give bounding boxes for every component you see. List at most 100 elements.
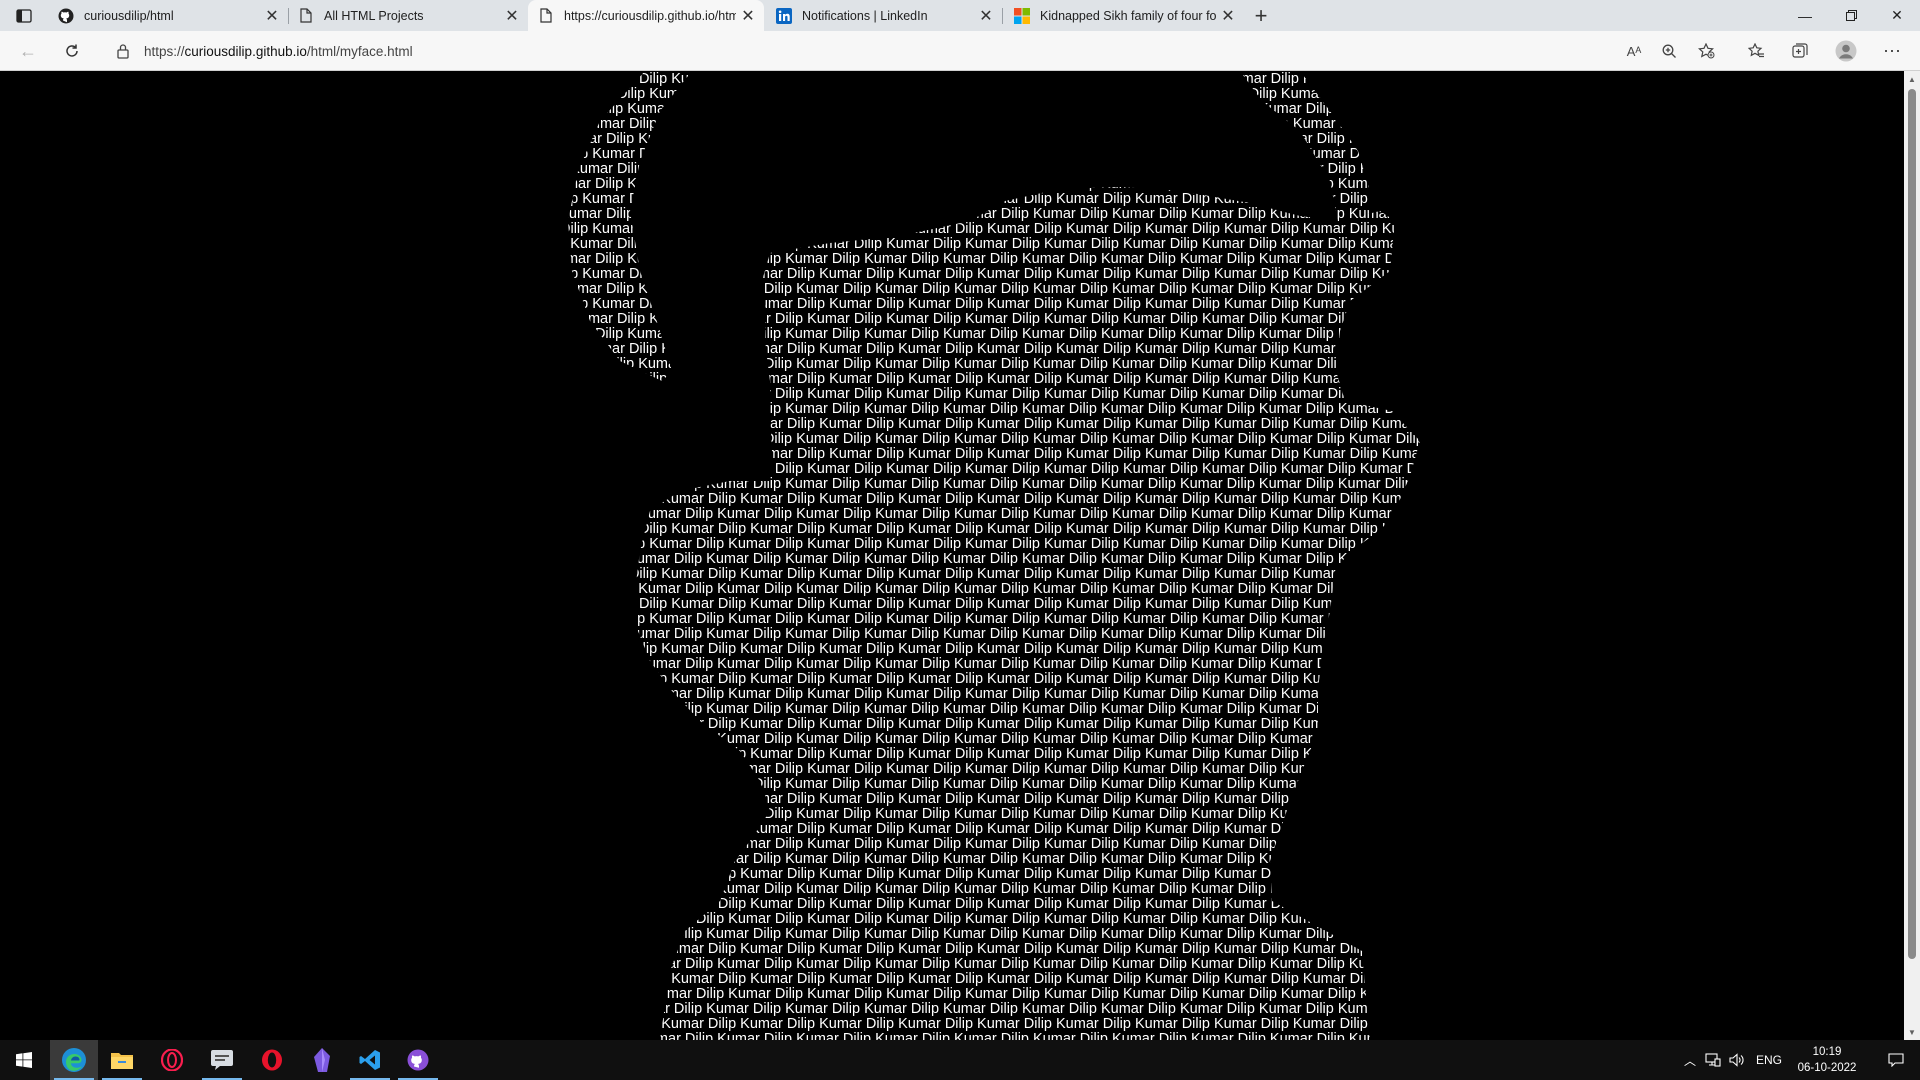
ascii-text-row: Dilip Kumar Dilip Kumar Dilip Kumar Dili… xyxy=(527,431,1904,447)
ascii-text-row: Dilip Kumar Dilip Kumar Dilip Kumar Dili… xyxy=(527,506,1904,522)
url-text: https://curiousdilip.github.io/html/myfa… xyxy=(144,44,413,59)
ascii-text-row: Dilip Kumar Dilip Kumar Dilip Kumar Dili… xyxy=(538,386,1904,402)
lock-icon xyxy=(116,43,132,59)
scroll-up-arrow-icon[interactable]: ▲ xyxy=(1904,71,1920,87)
network-button[interactable] xyxy=(1702,1040,1724,1080)
volume-icon xyxy=(1729,1053,1744,1067)
page-icon xyxy=(538,8,554,24)
input-language-button[interactable]: ENG xyxy=(1752,1040,1786,1080)
url-host: curiousdilip.github.io xyxy=(184,43,307,59)
settings-more-button[interactable]: ⋯ xyxy=(1878,37,1906,65)
zoom-button[interactable] xyxy=(1655,37,1683,65)
ascii-text-row: Dilip Kumar Dilip Kumar Dilip Kumar Dili… xyxy=(516,551,1904,567)
tab-linkedin-notifications[interactable]: Notifications | LinkedIn ✕ xyxy=(766,0,1002,31)
ascii-text-row: Dilip Kumar Dilip Kumar Dilip Kumar Dili… xyxy=(550,566,1904,582)
minimize-button[interactable]: — xyxy=(1782,0,1828,31)
action-center-button[interactable] xyxy=(1874,1040,1918,1080)
show-hidden-icons-button[interactable]: ︿ xyxy=(1680,1040,1700,1080)
ascii-text-row: Dilip Kumar Dilip Kumar Dilip Kumar Dili… xyxy=(550,941,1904,957)
taskbar-obsidian[interactable] xyxy=(298,1040,346,1080)
ascii-text-row: Dilip Kumar Dilip Kumar Dilip Kumar Dili… xyxy=(560,446,1904,462)
tab-actions-icon xyxy=(16,9,32,23)
new-tab-button[interactable]: + xyxy=(1248,3,1274,29)
tab-all-html-projects[interactable]: All HTML Projects ✕ xyxy=(288,0,528,31)
favorites-icon xyxy=(1747,43,1764,58)
taskbar-edge[interactable] xyxy=(50,1040,98,1080)
address-bar[interactable]: https://curiousdilip.github.io/html/myfa… xyxy=(108,35,1648,67)
close-icon[interactable]: ✕ xyxy=(500,4,524,28)
vertical-scrollbar[interactable]: ▲ ▼ xyxy=(1904,71,1920,1040)
clock[interactable]: 10:19 06-10-2022 xyxy=(1792,1044,1862,1076)
ascii-text-row: Dilip Kumar Dilip Kumar Dilip Kumar Dili… xyxy=(527,356,1904,372)
ascii-text-row: Dilip Kumar Dilip Kumar Dilip Kumar Dili… xyxy=(527,131,1904,147)
opera-gx-icon xyxy=(161,1049,183,1071)
ascii-text-row: Dilip Kumar Dilip Kumar Dilip Kumar Dili… xyxy=(516,626,1904,642)
taskbar-opera-gx[interactable] xyxy=(148,1040,196,1080)
close-icon[interactable]: ✕ xyxy=(1216,4,1240,28)
ascii-text-row: Dilip Kumar Dilip Kumar Dilip Kumar Dili… xyxy=(560,221,1904,237)
ascii-text-row: Dilip Kumar Dilip Kumar Dilip Kumar Dili… xyxy=(550,716,1904,732)
network-icon xyxy=(1705,1053,1721,1067)
close-window-button[interactable]: ✕ xyxy=(1874,0,1920,31)
restore-button[interactable] xyxy=(1828,0,1874,31)
tab-active-myface[interactable]: https://curiousdilip.github.io/htm ✕ xyxy=(528,0,764,31)
tab-actions-button[interactable] xyxy=(8,4,40,28)
chat-icon xyxy=(211,1050,233,1070)
taskbar-opera[interactable] xyxy=(248,1040,296,1080)
collections-button[interactable] xyxy=(1786,37,1814,65)
clock-date: 06-10-2022 xyxy=(1797,1062,1857,1074)
taskbar-github-desktop[interactable] xyxy=(394,1040,442,1080)
taskbar-chat[interactable] xyxy=(198,1040,246,1080)
ascii-text-row: Dilip Kumar Dilip Kumar Dilip Kumar Dili… xyxy=(516,776,1904,792)
taskbar-file-explorer[interactable] xyxy=(98,1040,146,1080)
scroll-down-arrow-icon[interactable]: ▼ xyxy=(1904,1024,1920,1040)
ascii-text-row: Dilip Kumar Dilip Kumar Dilip Kumar Dili… xyxy=(560,71,1904,87)
ascii-text-row: Dilip Kumar Dilip Kumar Dilip Kumar Dili… xyxy=(560,896,1904,912)
ascii-text-row: Dilip Kumar Dilip Kumar Dilip Kumar Dili… xyxy=(538,761,1904,777)
add-favorite-button[interactable] xyxy=(1692,37,1720,65)
read-aloud-button[interactable]: Aᴬ xyxy=(1620,37,1648,65)
tab-title: Notifications | LinkedIn xyxy=(802,8,928,23)
tab-curiousdilip-html[interactable]: curiousdilip/html ✕ xyxy=(48,0,288,31)
ascii-text-row: Dilip Kumar Dilip Kumar Dilip Kumar Dili… xyxy=(538,161,1904,177)
ascii-text-row: Dilip Kumar Dilip Kumar Dilip Kumar Dili… xyxy=(516,701,1904,717)
ascii-text-row: Dilip Kumar Dilip Kumar Dilip Kumar Dili… xyxy=(550,791,1904,807)
back-arrow-icon: ← xyxy=(19,40,37,61)
taskbar-vscode[interactable] xyxy=(346,1040,394,1080)
favorites-button[interactable] xyxy=(1742,37,1770,65)
ascii-text-row: Dilip Kumar Dilip Kumar Dilip Kumar Dili… xyxy=(560,971,1904,987)
ascii-text-row: Dilip Kumar Dilip Kumar Dilip Kumar Dili… xyxy=(538,986,1904,1002)
tab-strip: curiousdilip/html ✕ All HTML Projects ✕ … xyxy=(0,0,1920,31)
ascii-text-row: Dilip Kumar Dilip Kumar Dilip Kumar Dili… xyxy=(516,401,1904,417)
scroll-thumb[interactable] xyxy=(1908,89,1916,959)
edge-icon xyxy=(62,1048,86,1072)
page-content: Dilip Kumar Dilip Kumar Dilip Kumar Dili… xyxy=(0,71,1904,1040)
tab-title: All HTML Projects xyxy=(324,8,424,23)
close-icon[interactable]: ✕ xyxy=(974,4,998,28)
ascii-text-row: Dilip Kumar Dilip Kumar Dilip Kumar Dili… xyxy=(516,176,1904,192)
browser-window: curiousdilip/html ✕ All HTML Projects ✕ … xyxy=(0,0,1920,1040)
ascii-text-row: Dilip Kumar Dilip Kumar Dilip Kumar Dili… xyxy=(550,641,1904,657)
minimize-icon: — xyxy=(1798,7,1812,24)
start-button[interactable] xyxy=(0,1040,48,1080)
ascii-text-row: Dilip Kumar Dilip Kumar Dilip Kumar Dili… xyxy=(516,101,1904,117)
ascii-text-row: Dilip Kumar Dilip Kumar Dilip Kumar Dili… xyxy=(538,911,1904,927)
collections-icon xyxy=(1792,43,1808,58)
avatar-icon xyxy=(1835,40,1857,62)
refresh-button[interactable] xyxy=(58,37,86,65)
ascii-text-row: Dilip Kumar Dilip Kumar Dilip Kumar Dili… xyxy=(516,926,1904,942)
close-icon[interactable]: ✕ xyxy=(260,4,284,28)
back-button[interactable]: ← xyxy=(14,37,42,65)
ascii-text-row: Dilip Kumar Dilip Kumar Dilip Kumar Dili… xyxy=(550,191,1904,207)
ascii-text-row: Dilip Kumar Dilip Kumar Dilip Kumar Dili… xyxy=(550,491,1904,507)
star-plus-icon xyxy=(1697,43,1714,59)
tab-news-article[interactable]: Kidnapped Sikh family of four fo ✕ xyxy=(1004,0,1244,31)
zoom-icon xyxy=(1662,44,1676,58)
tab-title: https://curiousdilip.github.io/htm xyxy=(564,8,736,23)
profile-button[interactable] xyxy=(1832,37,1860,65)
restore-icon xyxy=(1845,10,1857,21)
ascii-text-row: Dilip Kumar Dilip Kumar Dilip Kumar Dili… xyxy=(527,1031,1904,1040)
close-icon[interactable]: ✕ xyxy=(736,4,760,28)
volume-button[interactable] xyxy=(1726,1040,1748,1080)
read-aloud-icon: Aᴬ xyxy=(1626,43,1642,59)
